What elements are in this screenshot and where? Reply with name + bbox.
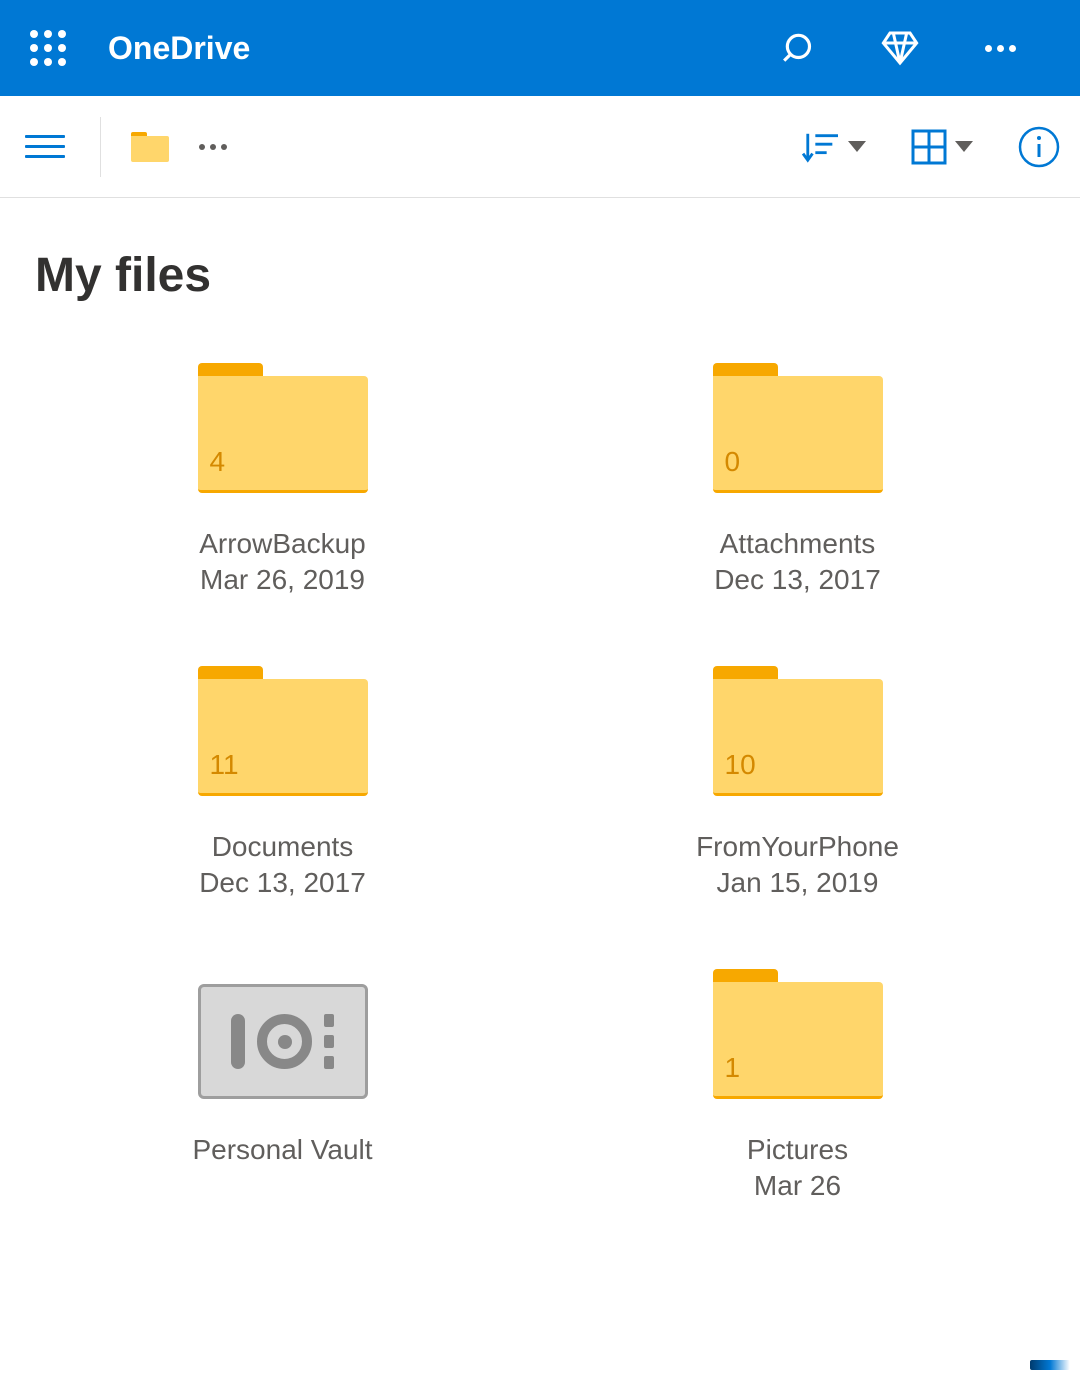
- toolbar-divider: [100, 117, 101, 177]
- toolbar-more-icon[interactable]: [199, 144, 227, 150]
- account-indicator-icon[interactable]: [1030, 1360, 1070, 1370]
- search-icon[interactable]: [780, 28, 820, 68]
- toolbar: [0, 96, 1080, 198]
- breadcrumb-folder-icon[interactable]: [131, 132, 169, 162]
- info-icon: [1018, 126, 1060, 168]
- folder-item-fromyourphone[interactable]: ⓘ Download All ▶ Play All First Of The Y…: [555, 666, 1040, 899]
- grid-view-icon: [911, 129, 947, 165]
- folder-item-documents[interactable]: 11 Documents Dec 13, 2017: [40, 666, 525, 899]
- folder-date: Dec 13, 2017: [199, 867, 366, 899]
- folder-count: 0: [725, 446, 741, 478]
- folder-date: Dec 13, 2017: [714, 564, 881, 596]
- app-header: OneDrive: [0, 0, 1080, 96]
- sort-icon: [802, 130, 840, 164]
- sort-button[interactable]: [802, 130, 866, 164]
- hamburger-menu-icon[interactable]: [20, 127, 70, 167]
- folder-date: Mar 26, 2019: [200, 564, 365, 596]
- view-button[interactable]: [911, 129, 973, 165]
- folder-name: ArrowBackup: [199, 528, 366, 560]
- folder-count: 4: [210, 446, 226, 478]
- app-launcher-icon[interactable]: [20, 20, 76, 76]
- more-options-icon[interactable]: [980, 28, 1020, 68]
- premium-diamond-icon[interactable]: [880, 28, 920, 68]
- app-title: OneDrive: [108, 30, 780, 67]
- folder-item-personal-vault[interactable]: Personal Vault: [40, 969, 525, 1202]
- folder-icon: 0: [713, 363, 883, 493]
- folder-name: Attachments: [720, 528, 876, 560]
- folder-count: 11: [210, 749, 239, 781]
- header-actions: [780, 28, 1020, 68]
- chevron-down-icon: [848, 141, 866, 152]
- folder-icon: 11: [198, 666, 368, 796]
- chevron-down-icon: [955, 141, 973, 152]
- folder-item-attachments[interactable]: 0 Attachments Dec 13, 2017: [555, 363, 1040, 596]
- folder-name: Documents: [212, 831, 354, 863]
- folder-icon: 1: [713, 969, 883, 1099]
- folder-item-pictures[interactable]: 1 Pictures Mar 26: [555, 969, 1040, 1202]
- folder-icon: 4: [198, 363, 368, 493]
- folders-grid: 4 ArrowBackup Mar 26, 2019 0 Attachments…: [0, 333, 1080, 1232]
- vault-icon: [198, 969, 368, 1099]
- folder-count: 1: [725, 1052, 741, 1084]
- folder-name: Personal Vault: [192, 1134, 372, 1166]
- folder-date: Mar 26: [754, 1170, 841, 1202]
- folder-item-arrowbackup[interactable]: 4 ArrowBackup Mar 26, 2019: [40, 363, 525, 596]
- folder-count: 10: [725, 749, 756, 781]
- info-button[interactable]: [1018, 126, 1060, 168]
- folder-name: FromYourPhone: [696, 831, 899, 863]
- folder-date: Jan 15, 2019: [717, 867, 879, 899]
- folder-name: Pictures: [747, 1134, 848, 1166]
- page-title: My files: [0, 198, 1080, 333]
- folder-icon: ⓘ Download All ▶ Play All First Of The Y…: [713, 666, 883, 796]
